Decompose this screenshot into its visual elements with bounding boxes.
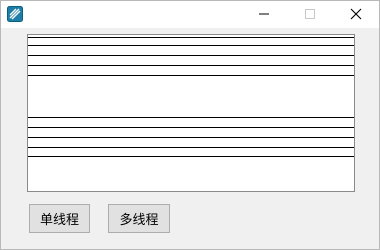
divider-line bbox=[28, 117, 354, 118]
divider-line bbox=[28, 137, 354, 138]
app-icon bbox=[7, 6, 23, 22]
maximize-icon bbox=[304, 5, 316, 24]
close-icon bbox=[350, 5, 362, 24]
divider-line bbox=[28, 37, 354, 38]
output-panel bbox=[27, 34, 355, 192]
divider-line bbox=[28, 45, 354, 46]
divider-line bbox=[28, 156, 354, 157]
close-button[interactable] bbox=[333, 1, 379, 28]
minimize-icon bbox=[258, 5, 270, 24]
maximize-button[interactable] bbox=[287, 1, 333, 28]
single-thread-button[interactable]: 单线程 bbox=[29, 204, 90, 233]
title-bar bbox=[1, 1, 379, 28]
divider-line bbox=[28, 55, 354, 56]
main-window: 单线程 多线程 bbox=[0, 0, 380, 250]
multi-thread-button[interactable]: 多线程 bbox=[108, 204, 170, 233]
divider-line bbox=[28, 127, 354, 128]
divider-line bbox=[28, 147, 354, 148]
minimize-button[interactable] bbox=[241, 1, 287, 28]
divider-line bbox=[28, 65, 354, 66]
divider-line bbox=[28, 75, 354, 76]
